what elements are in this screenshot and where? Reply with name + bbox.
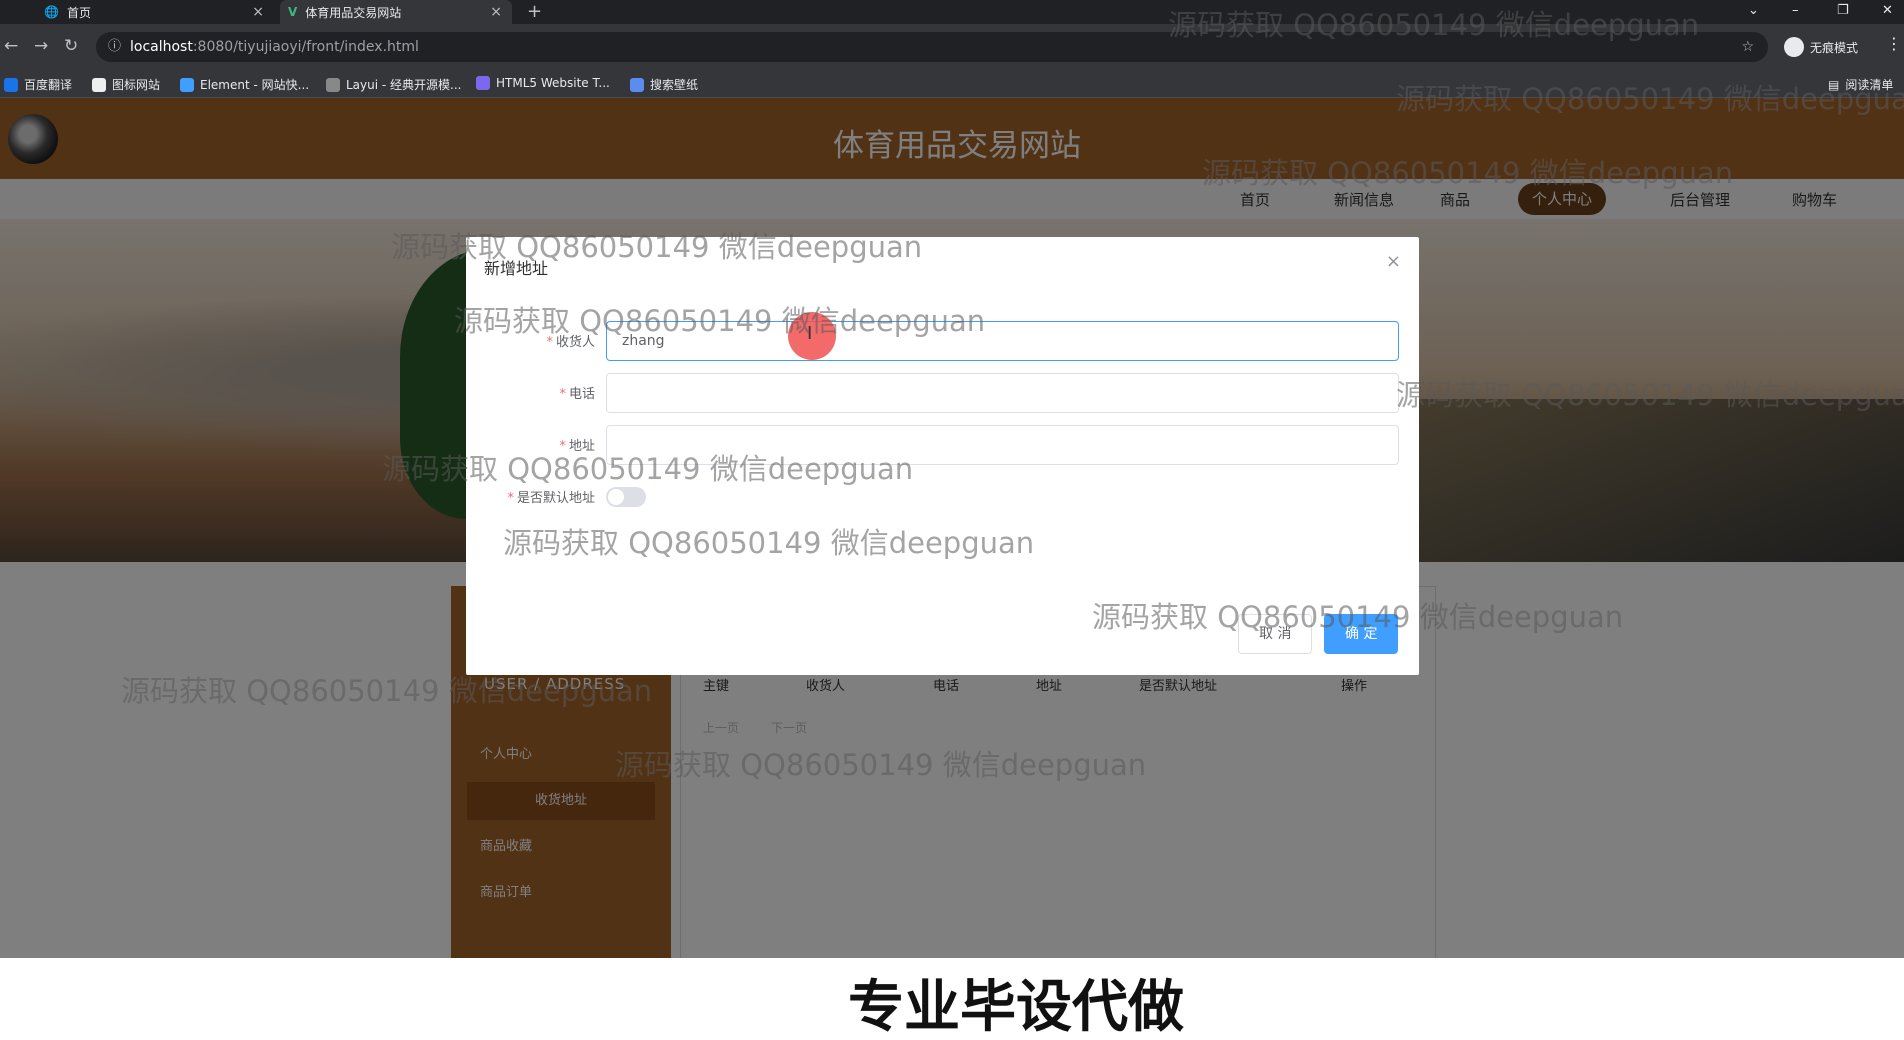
- bottom-banner-text: 专业毕设代做: [848, 975, 1184, 1040]
- watermark: 源码获取 QQ86050149 微信deepguan: [615, 748, 1147, 782]
- tab-search-icon[interactable]: ⌄: [1748, 0, 1759, 24]
- reload-icon[interactable]: ↻: [64, 36, 78, 56]
- watermark: 源码获取 QQ86050149 微信deepguan: [1396, 82, 1904, 116]
- watermark: 源码获取 QQ86050149 微信deepguan: [1168, 8, 1700, 42]
- new-tab-button[interactable]: +: [527, 0, 542, 24]
- tab-close-icon[interactable]: ×: [252, 4, 264, 20]
- restore-icon[interactable]: ❐: [1837, 0, 1849, 24]
- phone-label: * 电话: [559, 387, 595, 402]
- window-close-icon[interactable]: ✕: [1882, 0, 1893, 24]
- tab-home[interactable]: 🌐 首页 ×: [36, 0, 274, 24]
- vue-icon: V: [288, 5, 298, 19]
- bookmark-label: 图标网站: [112, 78, 161, 92]
- watermark: 源码获取 QQ86050149 微信deepguan: [382, 452, 914, 486]
- watermark: 源码获取 QQ86050149 微信deepguan: [391, 230, 923, 264]
- bookmark-item[interactable]: Layui - 经典开源模...: [326, 76, 461, 93]
- watermark: 源码获取 QQ86050149 微信deepguan: [454, 304, 986, 338]
- bookmark-item[interactable]: 搜索壁纸: [630, 76, 698, 93]
- layui-icon: [326, 77, 340, 92]
- phone-row: * 电话: [466, 373, 1419, 413]
- bookmark-item[interactable]: Element - 网站快...: [180, 76, 309, 93]
- browser-menu-icon[interactable]: ⋮: [1886, 34, 1902, 53]
- incognito-icon: [1784, 37, 1804, 57]
- translate-icon: [4, 77, 18, 92]
- bookmark-label: Layui - 经典开源模...: [346, 78, 462, 92]
- watermark: 源码获取 QQ86050149 微信deepguan: [1202, 156, 1734, 190]
- watermark: 源码获取 QQ86050149 微信deepguan: [121, 674, 653, 708]
- flag-icon: [92, 77, 106, 92]
- web-page: 体育用品交易网站 首页 新闻信息 商品 个人中心 后台管理 购物车 USER /…: [0, 98, 1904, 1040]
- url-host: localhost: [130, 39, 193, 55]
- watermark: 源码获取 QQ86050149 微信deepguan: [503, 526, 1035, 560]
- tab-home-label: 首页: [66, 5, 91, 20]
- bookmark-label: 搜索壁纸: [650, 78, 699, 92]
- site-info-icon[interactable]: ⓘ: [108, 32, 121, 62]
- bookmark-item[interactable]: HTML5 Website T...: [476, 76, 610, 90]
- bookmark-label: 百度翻译: [24, 78, 73, 92]
- bookmark-item[interactable]: 图标网站: [92, 76, 160, 93]
- html5-icon: [476, 76, 490, 90]
- tab-site[interactable]: V 体育用品交易网站 ×: [280, 0, 512, 24]
- phone-input[interactable]: [606, 373, 1399, 413]
- forward-icon[interactable]: →: [34, 36, 48, 56]
- close-icon[interactable]: ×: [1386, 251, 1401, 272]
- minimize-icon[interactable]: –: [1792, 0, 1799, 24]
- globe-icon: 🌐: [44, 5, 59, 19]
- bookmark-star-icon[interactable]: ☆: [1741, 32, 1754, 62]
- bookmark-item[interactable]: 百度翻译: [4, 76, 72, 93]
- default-address-switch[interactable]: [606, 487, 646, 507]
- watermark: 源码获取 QQ86050149 微信deepguan: [1396, 378, 1904, 412]
- incognito-label: 无痕模式: [1810, 40, 1859, 55]
- bookmark-label: Element - 网站快...: [200, 78, 310, 92]
- wallpaper-icon: [630, 77, 644, 92]
- url-path: :8080/tiyujiaoyi/front/index.html: [192, 39, 419, 55]
- bottom-banner: 专业毕设代做: [0, 958, 1904, 1040]
- back-icon[interactable]: ←: [4, 36, 18, 56]
- watermark: 源码获取 QQ86050149 微信deepguan: [1092, 600, 1624, 634]
- tab-site-label: 体育用品交易网站: [305, 5, 402, 20]
- element-icon: [180, 77, 194, 92]
- bookmark-label: HTML5 Website T...: [496, 76, 610, 90]
- tab-close-icon[interactable]: ×: [490, 4, 502, 20]
- incognito-indicator[interactable]: 无痕模式: [1784, 37, 1858, 57]
- default-label: * 是否默认地址: [507, 491, 595, 506]
